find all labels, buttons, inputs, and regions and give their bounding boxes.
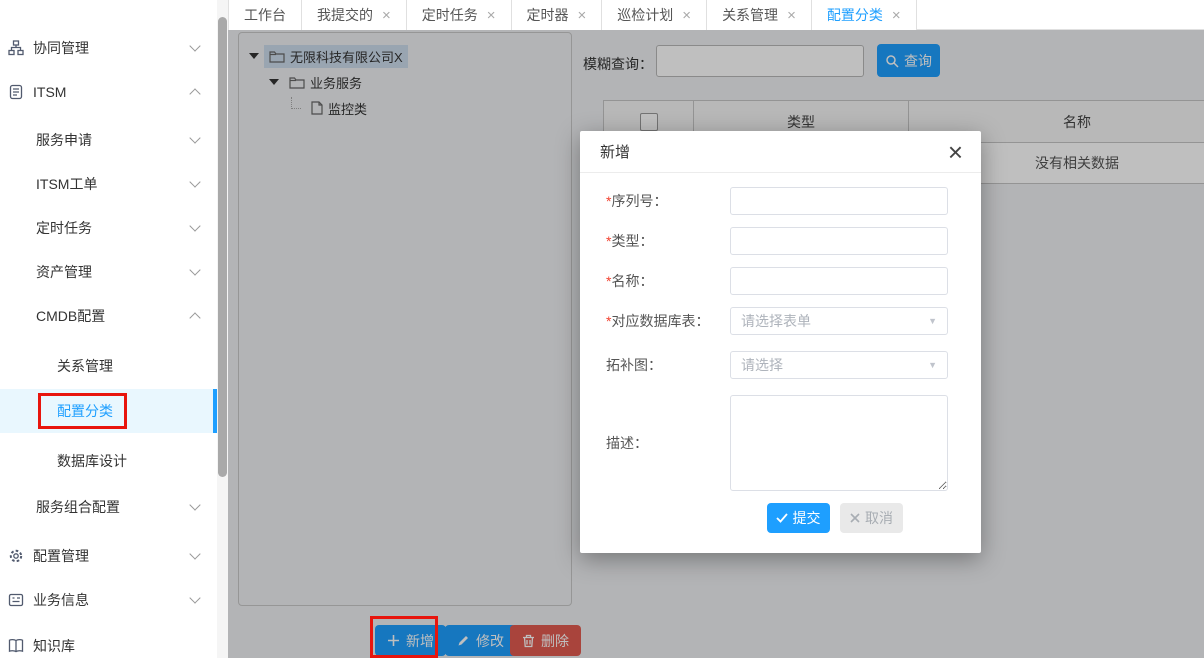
sidebar-item-config-category[interactable]: 配置分类 xyxy=(0,389,217,433)
sidebar: 工作台 协同管理 ITSM 服务申请 ITSM工单 定时任务 资产管理 CMDB… xyxy=(0,0,217,658)
sidebar-item-knowledge-base[interactable]: 知识库 xyxy=(0,624,217,658)
sidebar-item-label: ITSM工单 xyxy=(36,174,97,194)
check-icon xyxy=(776,513,788,523)
sidebar-item-label: 配置分类 xyxy=(57,401,113,421)
sidebar-item-label: 资产管理 xyxy=(36,262,92,282)
sidebar-item-label: 服务组合配置 xyxy=(36,497,120,517)
topology-select[interactable]: 请选择 ▼ xyxy=(730,351,948,379)
sidebar-item-label: 数据库设计 xyxy=(57,451,127,471)
sidebar-item-scheduled-task[interactable]: 定时任务 xyxy=(0,206,217,250)
close-icon[interactable]: × xyxy=(487,8,496,23)
tab-relation-mgmt[interactable]: 关系管理 × xyxy=(707,0,812,30)
name-input[interactable] xyxy=(730,267,948,295)
form-row-name: *名称： xyxy=(606,267,956,295)
content-area: 无限科技有限公司X 业务服务 xyxy=(228,30,1204,658)
tab-scheduled-task[interactable]: 定时任务 × xyxy=(407,0,512,30)
sidebar-item-db-design[interactable]: 数据库设计 xyxy=(0,439,217,483)
card-icon xyxy=(8,592,24,608)
tab-timer[interactable]: 定时器 × xyxy=(512,0,603,30)
form-row-serial: *序列号： xyxy=(606,187,956,215)
chevron-down-icon xyxy=(189,132,200,143)
serial-number-input[interactable] xyxy=(730,187,948,215)
tab-workbench[interactable]: 工作台 xyxy=(228,0,302,30)
chevron-up-icon xyxy=(189,312,200,323)
chevron-down-icon xyxy=(189,220,200,231)
sidebar-item-label: 关系管理 xyxy=(57,356,113,376)
sidebar-item-workbench[interactable]: 工作台 xyxy=(0,0,217,12)
sidebar-item-business-info[interactable]: 业务信息 xyxy=(0,578,217,622)
tab-bar: 工作台 我提交的 × 定时任务 × 定时器 × 巡检计划 × 关系管理 × 配置… xyxy=(228,0,1204,30)
sidebar-item-relation-mgmt[interactable]: 关系管理 xyxy=(0,344,217,388)
form-row-type: *类型： xyxy=(606,227,956,255)
doc-icon xyxy=(8,84,24,100)
sidebar-item-itsm[interactable]: ITSM xyxy=(0,70,217,114)
sidebar-item-label: 知识库 xyxy=(33,636,75,656)
sidebar-item-cmdb-config[interactable]: CMDB配置 xyxy=(0,294,217,338)
form-row-db-table: *对应数据库表： 请选择表单 ▼ xyxy=(606,307,956,335)
submit-button[interactable]: 提交 xyxy=(767,503,830,533)
gear-icon xyxy=(8,548,24,564)
sidebar-item-label: ITSM xyxy=(33,84,66,100)
sidebar-item-config-mgmt[interactable]: 配置管理 xyxy=(0,534,217,578)
chevron-down-icon xyxy=(189,499,200,510)
sidebar-item-service-request[interactable]: 服务申请 xyxy=(0,118,217,162)
description-textarea[interactable] xyxy=(730,395,948,491)
close-icon[interactable]: × xyxy=(787,8,796,23)
form-row-description: 描述： xyxy=(606,395,956,491)
chevron-down-icon xyxy=(189,176,200,187)
form-row-topology: 拓补图： 请选择 ▼ xyxy=(606,351,956,379)
sidebar-scrollbar-track xyxy=(217,0,228,658)
select-placeholder: 请选择表单 xyxy=(741,311,811,331)
close-icon[interactable]: × xyxy=(948,139,963,165)
book-icon xyxy=(8,638,24,654)
sidebar-item-label: 服务申请 xyxy=(36,130,92,150)
close-icon[interactable]: × xyxy=(382,8,391,23)
chevron-down-icon xyxy=(189,40,200,51)
field-label: 描述： xyxy=(606,435,648,451)
field-label: 名称： xyxy=(611,273,653,289)
sidebar-item-itsm-ticket[interactable]: ITSM工单 xyxy=(0,162,217,206)
main-area: 工作台 我提交的 × 定时任务 × 定时器 × 巡检计划 × 关系管理 × 配置… xyxy=(228,0,1204,658)
tab-config-category[interactable]: 配置分类 × xyxy=(812,0,917,30)
sidebar-item-collaboration[interactable]: 协同管理 xyxy=(0,26,217,70)
chevron-down-icon xyxy=(189,264,200,275)
select-placeholder: 请选择 xyxy=(741,355,783,375)
field-label: 对应数据库表： xyxy=(611,313,709,329)
tab-my-submissions[interactable]: 我提交的 × xyxy=(302,0,407,30)
tab-inspection-plan[interactable]: 巡检计划 × xyxy=(602,0,707,30)
dropdown-arrow-icon: ▼ xyxy=(928,316,937,326)
close-icon[interactable]: × xyxy=(892,8,901,23)
type-input[interactable] xyxy=(730,227,948,255)
sidebar-item-asset-mgmt[interactable]: 资产管理 xyxy=(0,250,217,294)
sidebar-scrollbar-thumb[interactable] xyxy=(218,17,227,477)
close-icon[interactable]: × xyxy=(682,8,691,23)
org-icon xyxy=(8,40,24,56)
chevron-down-icon xyxy=(189,548,200,559)
close-icon[interactable]: × xyxy=(578,8,587,23)
cancel-button[interactable]: 取消 xyxy=(840,503,903,533)
dropdown-arrow-icon: ▼ xyxy=(928,360,937,370)
chevron-down-icon xyxy=(189,592,200,603)
db-table-select[interactable]: 请选择表单 ▼ xyxy=(730,307,948,335)
field-label: 拓补图： xyxy=(606,357,662,373)
sidebar-item-label: 协同管理 xyxy=(33,38,89,58)
sidebar-item-service-combo[interactable]: 服务组合配置 xyxy=(0,485,217,529)
field-label: 类型： xyxy=(611,233,653,249)
sidebar-item-label: 定时任务 xyxy=(36,218,92,238)
sidebar-item-label: 业务信息 xyxy=(33,590,89,610)
sidebar-item-label: CMDB配置 xyxy=(36,306,105,326)
chevron-up-icon xyxy=(189,88,200,99)
dialog-title: 新增 xyxy=(600,141,630,162)
add-dialog: 新增 × *序列号： *类型： *名称： *对应数据库表： xyxy=(580,131,981,553)
x-icon xyxy=(850,513,860,523)
field-label: 序列号： xyxy=(611,193,667,209)
sidebar-item-label: 配置管理 xyxy=(33,546,89,566)
